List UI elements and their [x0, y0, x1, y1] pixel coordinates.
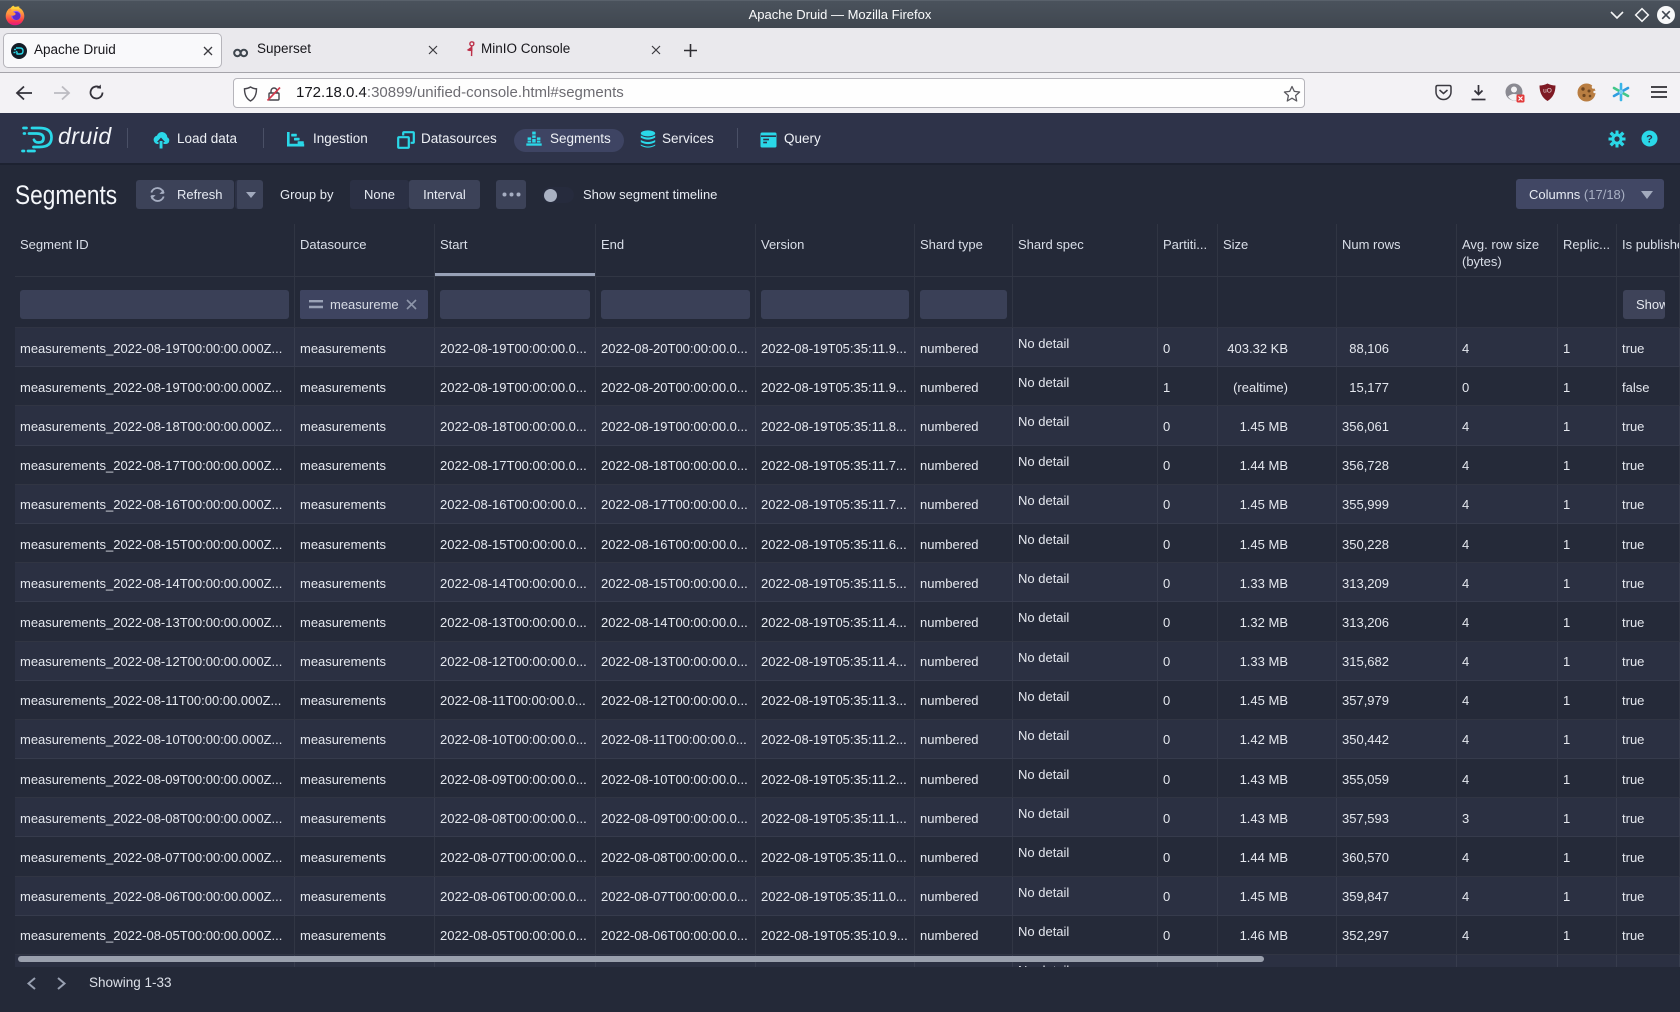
svg-text:?: ?: [1646, 134, 1653, 146]
svg-text:uO: uO: [1543, 88, 1552, 95]
